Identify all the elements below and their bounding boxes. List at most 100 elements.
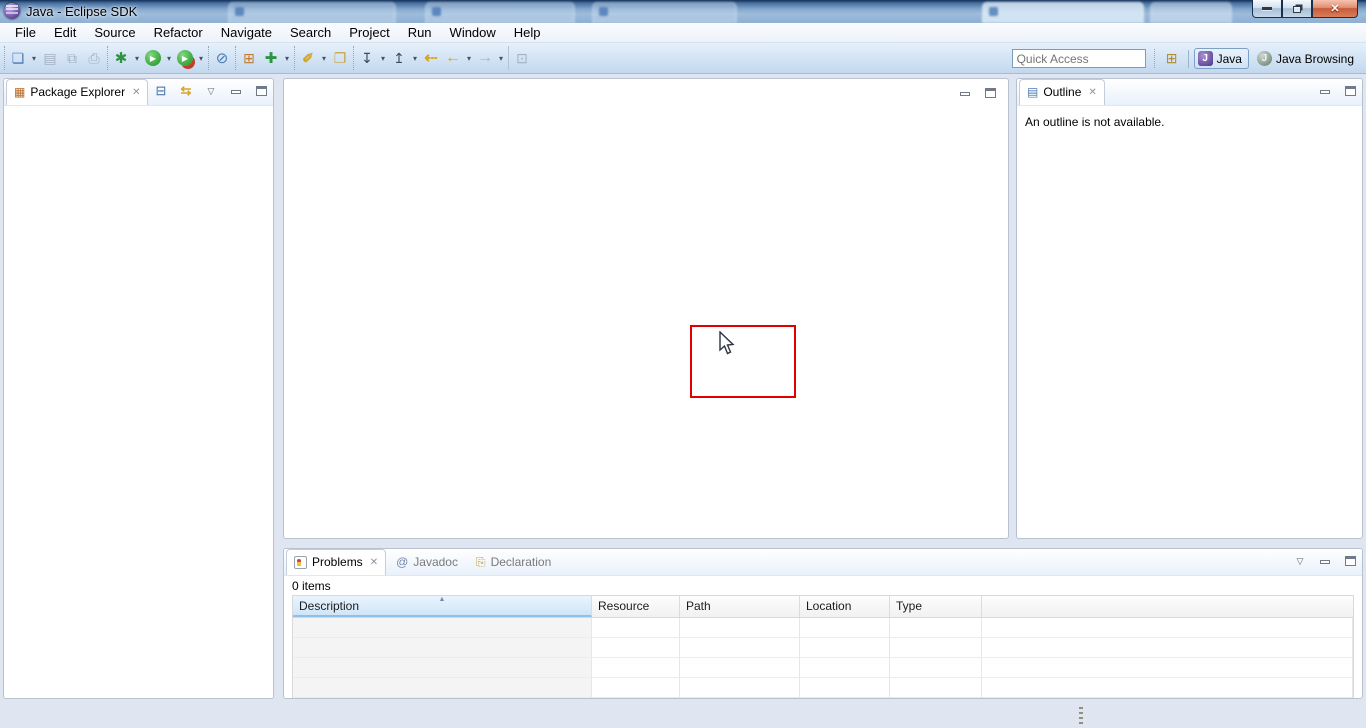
column-header-description[interactable]: ▲ Description — [293, 596, 592, 617]
editor-area[interactable] — [283, 78, 1009, 539]
maximize-editor-button[interactable] — [982, 85, 998, 101]
minimize-view-button[interactable] — [228, 83, 244, 99]
back-button[interactable]: ← — [442, 47, 464, 69]
external-tools-icon: ▶ — [177, 50, 193, 66]
new-java-project-button[interactable]: ⊞ — [238, 47, 260, 69]
link-with-editor-button[interactable]: ⇆ — [178, 83, 194, 99]
column-label: Resource — [598, 599, 649, 613]
quick-access-input[interactable] — [1012, 49, 1146, 68]
new-java-class-dropdown-icon[interactable]: ▾ — [282, 54, 292, 63]
menu-edit[interactable]: Edit — [45, 23, 85, 42]
restore-button[interactable] — [1282, 0, 1312, 18]
previous-annotation-dropdown-icon[interactable]: ▾ — [410, 54, 420, 63]
title-bar: Java - Eclipse SDK ✕ — [0, 0, 1366, 23]
cell — [890, 678, 982, 697]
search-button[interactable]: ✐ — [297, 47, 319, 69]
cell — [680, 678, 800, 697]
run-dropdown-icon[interactable]: ▾ — [164, 54, 174, 63]
previous-annotation-button[interactable]: ↥ — [388, 47, 410, 69]
package-explorer-header: ▦ Package Explorer ✕ ⊟ ⇆ ▽ — [4, 79, 273, 106]
skip-all-breakpoints-button[interactable]: ⊘ — [211, 47, 233, 69]
maximize-view-button[interactable] — [1342, 553, 1358, 569]
package-explorer-tab[interactable]: ▦ Package Explorer ✕ — [6, 79, 148, 105]
background-browser-tab — [425, 2, 575, 23]
menu-help[interactable]: Help — [505, 23, 550, 42]
menu-source[interactable]: Source — [85, 23, 144, 42]
perspective-bar: ⊞ J Java J Java Browsing — [1161, 48, 1360, 70]
print-button[interactable]: ⎙ — [83, 47, 105, 69]
menu-refactor[interactable]: Refactor — [145, 23, 212, 42]
toolbar-group-java-new: ⊞ ✚ ▾ — [235, 46, 294, 70]
outline-close-icon[interactable]: ✕ — [1088, 87, 1096, 98]
menu-project[interactable]: Project — [340, 23, 398, 42]
column-header-path[interactable]: Path — [680, 596, 800, 617]
pin-editor-button[interactable]: ⊡ — [511, 47, 533, 69]
problems-close-icon[interactable]: ✕ — [370, 557, 378, 568]
toolbar-group-editor: ⊡ — [508, 46, 535, 70]
last-edit-location-button[interactable]: ⇠ — [420, 47, 442, 69]
column-header-location[interactable]: Location — [800, 596, 890, 617]
next-annotation-dropdown-icon[interactable]: ▾ — [378, 54, 388, 63]
next-annotation-button[interactable]: ↧ — [356, 47, 378, 69]
mouse-cursor-icon — [718, 331, 736, 357]
toolbar-group-annotations: ↧ ▾ ↥ ▾ ⇠ ← ▾ → ▾ — [353, 46, 508, 70]
package-explorer-body[interactable] — [4, 106, 273, 699]
perspective-java-browsing-button[interactable]: J Java Browsing — [1254, 49, 1360, 68]
declaration-tab[interactable]: ⎘ Declaration — [468, 549, 559, 575]
debug-button[interactable]: ✱ — [110, 47, 132, 69]
menu-search[interactable]: Search — [281, 23, 340, 42]
perspective-java-button[interactable]: J Java — [1194, 48, 1249, 69]
quick-access-wrap — [1012, 49, 1155, 68]
menu-window[interactable]: Window — [441, 23, 505, 42]
cell — [293, 638, 592, 657]
eclipse-window: Java - Eclipse SDK ✕ File Edit Source Re… — [0, 0, 1366, 728]
trim-drag-handle[interactable] — [1079, 707, 1083, 724]
minimize-view-icon — [1320, 560, 1330, 564]
cell — [982, 658, 1353, 677]
new-dropdown-icon[interactable]: ▾ — [29, 54, 39, 63]
view-menu-button[interactable]: ▽ — [1292, 553, 1308, 569]
maximize-view-button[interactable] — [1342, 83, 1358, 99]
javadoc-tab[interactable]: @ Javadoc — [388, 549, 466, 575]
package-explorer-toolbar: ⊟ ⇆ ▽ — [153, 83, 269, 99]
problems-tab[interactable]: Problems ✕ — [286, 549, 386, 575]
open-type-button[interactable]: ❐ — [329, 47, 351, 69]
save-all-button[interactable]: ⧉ — [61, 47, 83, 69]
new-button[interactable]: ❏ — [7, 47, 29, 69]
minimize-button[interactable] — [1252, 0, 1282, 18]
collapse-all-button[interactable]: ⊟ — [153, 83, 169, 99]
save-button[interactable]: ▤ — [39, 47, 61, 69]
run-external-tools-button[interactable]: ▶ — [174, 47, 196, 69]
main-toolbar: ❏ ▾ ▤ ⧉ ⎙ ✱ ▾ ▶ ▾ ▶ ▾ ⊘ ⊞ ✚ ▾ ✐ ▾ ❐ ↧ — [0, 43, 1366, 74]
minimize-view-icon — [231, 90, 241, 94]
back-dropdown-icon[interactable]: ▾ — [464, 54, 474, 63]
search-dropdown-icon[interactable]: ▾ — [319, 54, 329, 63]
minimize-view-button[interactable] — [1317, 83, 1333, 99]
column-label: Type — [896, 599, 922, 613]
cell — [293, 658, 592, 677]
package-explorer-close-icon[interactable]: ✕ — [132, 87, 140, 98]
maximize-view-button[interactable] — [253, 83, 269, 99]
menu-navigate[interactable]: Navigate — [212, 23, 281, 42]
minimize-view-button[interactable] — [1317, 553, 1333, 569]
open-perspective-button[interactable]: ⊞ — [1161, 48, 1183, 70]
maximize-view-icon — [1345, 86, 1356, 96]
new-java-class-button[interactable]: ✚ — [260, 47, 282, 69]
menu-file[interactable]: File — [6, 23, 45, 42]
run-button[interactable]: ▶ — [142, 47, 164, 69]
column-header-type[interactable]: Type — [890, 596, 982, 617]
view-menu-button[interactable]: ▽ — [203, 83, 219, 99]
outline-tab[interactable]: ▤ Outline ✕ — [1019, 79, 1105, 105]
debug-dropdown-icon[interactable]: ▾ — [132, 54, 142, 63]
close-button[interactable]: ✕ — [1312, 0, 1358, 18]
column-header-resource[interactable]: Resource — [592, 596, 680, 617]
toolbar-group-launch: ✱ ▾ ▶ ▾ ▶ ▾ — [107, 46, 208, 70]
forward-button[interactable]: → — [474, 47, 496, 69]
problems-icon — [294, 556, 307, 569]
menu-run[interactable]: Run — [399, 23, 441, 42]
external-tools-dropdown-icon[interactable]: ▾ — [196, 54, 206, 63]
cell — [680, 618, 800, 637]
forward-dropdown-icon[interactable]: ▾ — [496, 54, 506, 63]
minimize-editor-button[interactable] — [957, 85, 973, 101]
outline-tab-label: Outline — [1043, 85, 1081, 99]
